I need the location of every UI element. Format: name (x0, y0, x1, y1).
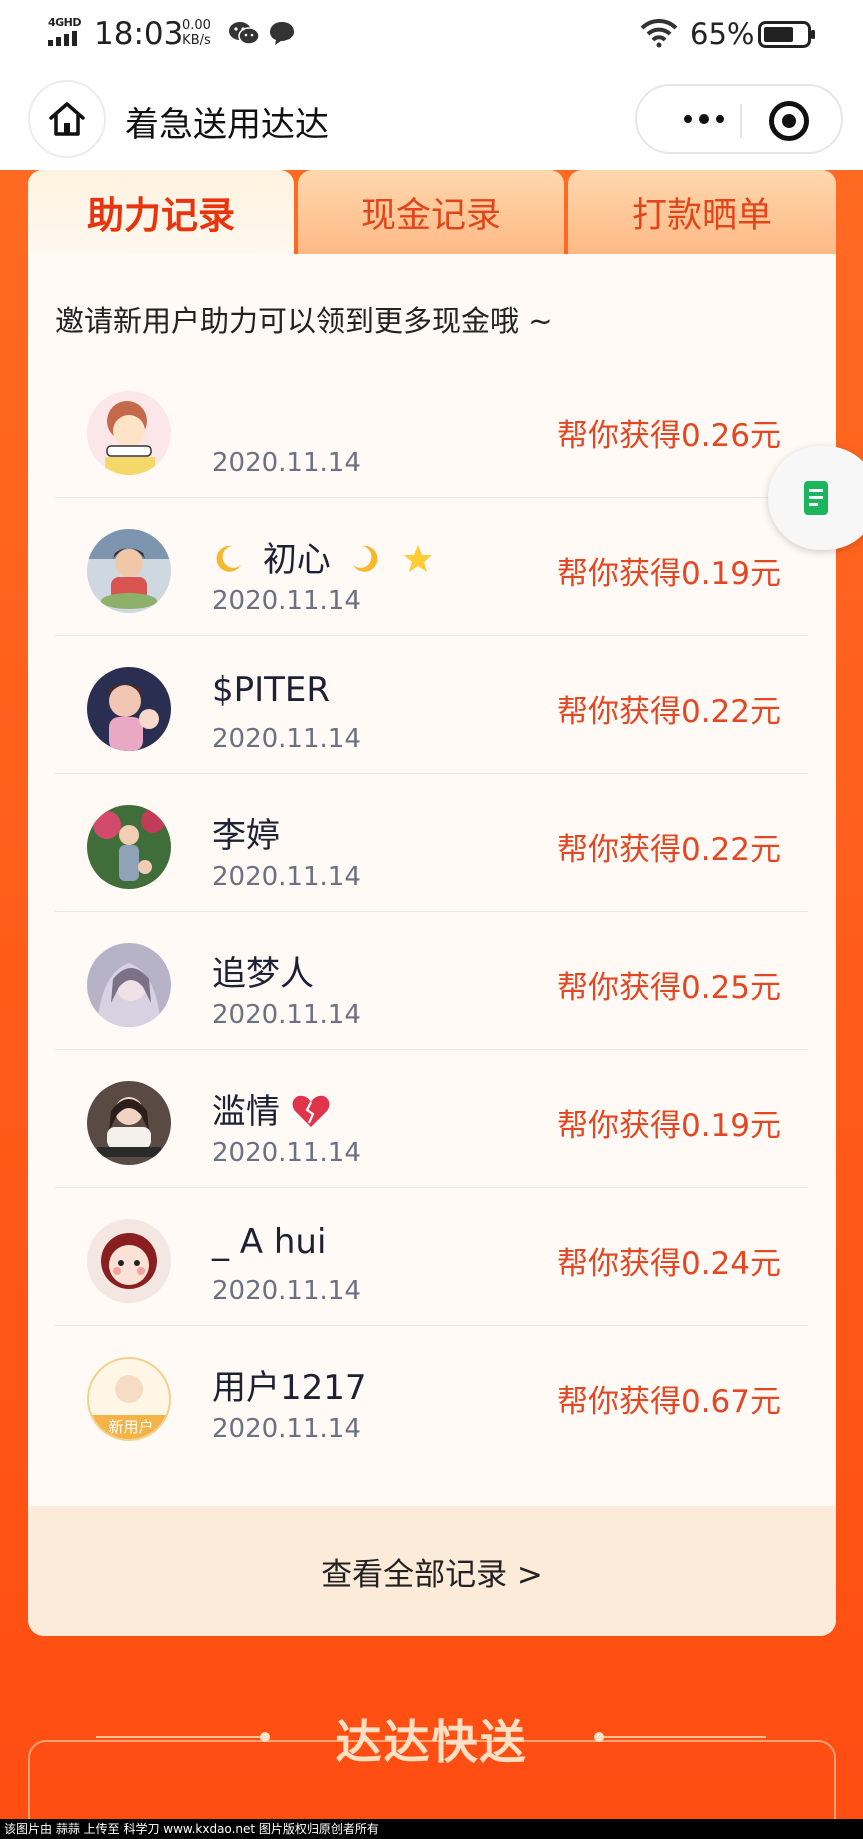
user-name: 用户1217 (212, 1368, 367, 1408)
avatar (87, 529, 171, 613)
user-name-with-emoji: 初心 (212, 532, 434, 581)
user-name: _ A hui (212, 1222, 327, 1262)
records-card: 助力记录 现金记录 打款晒单 邀请新用户助力可以领到更多现金哦 ~ 2020.1… (28, 170, 836, 1636)
avatar (87, 1081, 171, 1165)
tab-bar: 助力记录 现金记录 打款晒单 (28, 170, 836, 254)
speed-value: 0.00 (182, 18, 211, 33)
crescent-moon-icon (352, 545, 378, 572)
dot-icon (684, 115, 692, 123)
mini-program-navbar: 着急送用达达 (0, 70, 863, 170)
record-amount: 帮你获得0.25元 (556, 970, 781, 1006)
view-all-records-button[interactable]: 查看全部记录 > (28, 1506, 836, 1636)
list-item[interactable]: 李婷 2020.11.14 帮你获得0.22元 (55, 774, 808, 912)
user-name: 初心 (262, 540, 331, 580)
battery-icon (758, 21, 815, 48)
clock: 18:03 (94, 16, 184, 52)
record-date: 2020.11.14 (212, 1276, 361, 1306)
avatar (87, 1219, 171, 1303)
list-item[interactable]: 新用户 用户1217 2020.11.14 帮你获得0.67元 (55, 1326, 808, 1464)
avatar (87, 943, 171, 1027)
list-item[interactable]: _ A hui 2020.11.14 帮你获得0.24元 (55, 1188, 808, 1326)
avatar (87, 667, 171, 751)
list-item[interactable]: $PITER 2020.11.14 帮你获得0.22元 (55, 636, 808, 774)
watermark-caption: 该图片由 蒜蒜 上传至 科学刀 www.kxdao.net 图片版权归原创者所有 (0, 1819, 863, 1839)
battery-percent: 65% (690, 17, 755, 51)
network-speed: 0.00 KB/s (182, 18, 211, 48)
record-amount: 帮你获得0.26元 (556, 418, 781, 454)
tab-assist-records[interactable]: 助力记录 (28, 170, 294, 254)
capsule-menu (635, 84, 843, 154)
document-icon (804, 481, 828, 515)
record-amount: 帮你获得0.67元 (556, 1384, 781, 1420)
message-icon (270, 22, 294, 45)
network-type: 4GHD (48, 16, 82, 29)
section-title: 达达快送 (335, 1715, 528, 1769)
record-date: 2020.11.14 (212, 1414, 361, 1444)
list-item[interactable]: 2020.11.14 帮你获得0.26元 (55, 360, 808, 498)
avatar (87, 805, 171, 889)
tab-cash-records[interactable]: 现金记录 (298, 170, 564, 254)
user-name: $PITER (212, 670, 331, 710)
floating-document-button[interactable] (768, 446, 863, 550)
status-bar: 4GHD 18:03 0.00 KB/s 65% (0, 0, 863, 70)
record-amount: 帮你获得0.22元 (556, 832, 781, 868)
assist-record-list: 2020.11.14 帮你获得0.26元 初心 2020.11.14 帮你获得0… (55, 360, 808, 1464)
record-date: 2020.11.14 (212, 1138, 361, 1168)
invite-hint: 邀请新用户助力可以领到更多现金哦 ~ (55, 304, 553, 338)
list-item[interactable]: 滥情 2020.11.14 帮你获得0.19元 (55, 1050, 808, 1188)
record-date: 2020.11.14 (212, 448, 361, 478)
record-amount: 帮你获得0.24元 (556, 1246, 781, 1282)
dot-icon (699, 114, 709, 124)
crescent-moon-icon (216, 545, 241, 572)
star-icon (404, 545, 433, 572)
record-date: 2020.11.14 (212, 724, 361, 754)
home-button[interactable] (28, 80, 106, 158)
tab-payout-share[interactable]: 打款晒单 (568, 170, 836, 254)
user-name: 追梦人 (212, 954, 314, 994)
record-amount: 帮你获得0.22元 (556, 694, 781, 730)
list-item[interactable]: 追梦人 2020.11.14 帮你获得0.25元 (55, 912, 808, 1050)
record-date: 2020.11.14 (212, 862, 361, 892)
list-item[interactable]: 初心 2020.11.14 帮你获得0.19元 (55, 498, 808, 636)
speed-unit: KB/s (182, 33, 211, 48)
user-name: 李婷 (212, 816, 280, 856)
record-amount: 帮你获得0.19元 (556, 556, 781, 592)
page-title: 着急送用达达 (125, 105, 329, 145)
wifi-icon (640, 18, 678, 48)
avatar: 新用户 (87, 1357, 171, 1441)
broken-heart-icon (292, 1095, 330, 1127)
record-date: 2020.11.14 (212, 586, 361, 616)
avatar (87, 391, 171, 475)
close-target-icon[interactable] (769, 101, 809, 141)
home-icon (49, 102, 85, 136)
record-amount: 帮你获得0.19元 (556, 1108, 781, 1144)
cellular-signal-icon: 4GHD (46, 16, 86, 50)
user-name: 滥情 (212, 1092, 280, 1132)
capsule-divider (740, 104, 742, 138)
record-date: 2020.11.14 (212, 1000, 361, 1030)
dot-icon (716, 115, 724, 123)
more-menu-button[interactable] (669, 86, 739, 152)
user-name-with-emoji: 滥情 (212, 1084, 331, 1133)
new-user-badge: 新用户 (89, 1415, 169, 1439)
wechat-icon (229, 22, 260, 45)
